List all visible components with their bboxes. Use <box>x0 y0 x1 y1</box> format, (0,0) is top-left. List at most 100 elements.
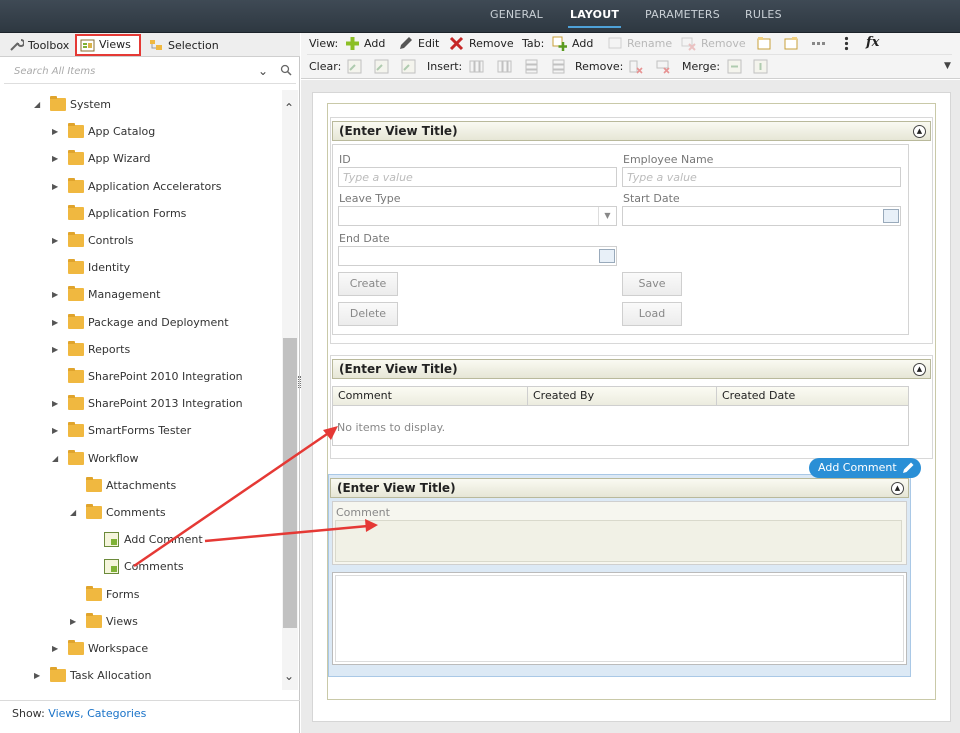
panel-splitter[interactable] <box>298 376 301 388</box>
delete-button[interactable]: Delete <box>338 302 398 326</box>
clear-label: Clear: <box>309 60 342 73</box>
insert-row-above-icon[interactable] <box>524 59 539 74</box>
tab-left-icon[interactable] <box>757 36 772 51</box>
chevron-down-icon[interactable]: ⌄ <box>258 64 268 78</box>
save-button[interactable]: Save <box>622 272 682 296</box>
id-input[interactable]: Type a value <box>338 167 617 187</box>
tab-remove-icon[interactable] <box>681 36 696 51</box>
tab-right-icon[interactable] <box>784 36 799 51</box>
folder-icon <box>86 504 102 519</box>
create-button[interactable]: Create <box>338 272 398 296</box>
merge-label: Merge: <box>682 60 721 73</box>
tab-rename-button[interactable]: Rename <box>627 35 672 53</box>
start-date-picker[interactable] <box>622 206 901 226</box>
expand-arrow-icon[interactable]: ▶ <box>34 667 44 685</box>
comment-textarea[interactable] <box>335 520 902 562</box>
tab-rules[interactable]: RULES <box>745 8 782 28</box>
view-title[interactable]: (Enter View Title) <box>337 481 456 495</box>
fx-button[interactable]: fx <box>866 34 879 52</box>
scroll-up-icon[interactable]: ⌃ <box>284 101 294 115</box>
expand-arrow-icon[interactable]: ▶ <box>52 232 62 250</box>
view-add-comment[interactable]: (Enter View Title) ▲ Comment <box>328 474 911 677</box>
search-box[interactable]: Search All Items ⌄ <box>4 60 296 84</box>
scroll-down-icon[interactable]: ⌄ <box>284 669 294 683</box>
expand-arrow-icon[interactable]: ▶ <box>52 123 62 141</box>
tab-general[interactable]: GENERAL <box>490 8 543 28</box>
tab-selection[interactable]: Selection <box>146 36 219 56</box>
view-title-bar[interactable]: (Enter View Title) ▲ <box>332 121 931 141</box>
expand-arrow-icon[interactable]: ▶ <box>52 178 62 196</box>
collapse-icon[interactable]: ▲ <box>891 482 904 495</box>
collapse-icon[interactable]: ▲ <box>913 363 926 376</box>
tab-rename-icon[interactable] <box>608 36 623 51</box>
view-edit-button[interactable]: Edit <box>418 35 439 53</box>
more-icon[interactable] <box>811 36 826 51</box>
tab-toolbox-label: Toolbox <box>28 39 70 52</box>
column-header-comment[interactable]: Comment <box>332 386 528 406</box>
merge-right-icon[interactable] <box>727 59 742 74</box>
tab-views[interactable]: Views <box>75 34 141 56</box>
load-button[interactable]: Load <box>622 302 682 326</box>
view-title[interactable]: (Enter View Title) <box>339 362 458 376</box>
tab-layout[interactable]: LAYOUT <box>567 8 622 28</box>
tab-add-button[interactable]: Add <box>572 35 593 53</box>
folder-icon <box>50 667 66 682</box>
clear-all-icon[interactable] <box>401 59 416 74</box>
view-remove-button[interactable]: Remove <box>469 35 514 53</box>
remove-label: Remove: <box>575 60 624 73</box>
add-comment-badge[interactable]: Add Comment <box>809 458 921 478</box>
insert-row-below-icon[interactable] <box>551 59 566 74</box>
view-title[interactable]: (Enter View Title) <box>339 124 458 138</box>
search-icon[interactable] <box>280 64 292 76</box>
view-title-bar[interactable]: (Enter View Title) ▲ <box>332 359 931 379</box>
collapse-arrow-icon[interactable]: ◢ <box>70 504 80 522</box>
leave-type-select[interactable]: ▼ <box>338 206 617 226</box>
expand-arrow-icon[interactable]: ▶ <box>52 286 62 304</box>
view-title-bar[interactable]: (Enter View Title) ▲ <box>330 478 909 498</box>
view-content-area[interactable] <box>332 572 907 665</box>
collapse-icon[interactable]: ▲ <box>913 125 926 138</box>
tab-remove-button[interactable]: Remove <box>701 35 746 53</box>
calendar-icon[interactable] <box>599 249 615 263</box>
remove-row-icon[interactable] <box>655 59 670 74</box>
tab-parameters[interactable]: PARAMETERS <box>645 8 720 28</box>
employee-name-input[interactable]: Type a value <box>622 167 901 187</box>
expand-arrow-icon[interactable]: ▶ <box>52 341 62 359</box>
toolbar-expand-icon[interactable]: ▼ <box>944 57 951 75</box>
clear-row-icon[interactable] <box>374 59 389 74</box>
view-leave-request[interactable]: (Enter View Title) ▲ ID Type a value Emp… <box>330 117 933 344</box>
end-date-picker[interactable] <box>338 246 617 266</box>
calendar-icon[interactable] <box>883 209 899 223</box>
end-date-label: End Date <box>339 232 390 245</box>
add-icon[interactable] <box>345 36 360 51</box>
merge-down-icon[interactable] <box>753 59 768 74</box>
insert-column-left-icon[interactable] <box>469 59 484 74</box>
column-header-created-by[interactable]: Created By <box>527 386 717 406</box>
expand-arrow-icon[interactable]: ▶ <box>52 314 62 332</box>
tab-add-icon[interactable] <box>552 36 567 51</box>
clear-cell-icon[interactable] <box>347 59 362 74</box>
view-comments-list[interactable]: (Enter View Title) ▲ Comment Created By … <box>330 355 933 459</box>
insert-column-right-icon[interactable] <box>497 59 512 74</box>
collapse-arrow-icon[interactable]: ◢ <box>52 450 62 468</box>
show-filter-link[interactable]: Views, Categories <box>48 707 146 720</box>
remove-column-icon[interactable] <box>628 59 643 74</box>
search-input[interactable]: Search All Items <box>14 66 95 77</box>
tree-scrollbar-thumb[interactable] <box>283 338 297 628</box>
tab-toolbox[interactable]: Toolbox <box>6 36 69 56</box>
pencil-icon[interactable] <box>398 36 413 51</box>
employee-name-placeholder: Type a value <box>627 171 697 184</box>
expand-arrow-icon[interactable]: ▶ <box>70 613 80 631</box>
folder-icon <box>68 341 84 356</box>
expand-arrow-icon[interactable]: ▶ <box>52 640 62 658</box>
vertical-ellipsis-icon[interactable] <box>839 36 854 51</box>
pencil-icon[interactable] <box>901 461 915 475</box>
dropdown-arrow-icon[interactable]: ▼ <box>598 207 616 225</box>
expand-arrow-icon[interactable]: ▶ <box>52 150 62 168</box>
expand-arrow-icon[interactable]: ▶ <box>52 395 62 413</box>
expand-arrow-icon[interactable]: ▶ <box>52 422 62 440</box>
remove-x-icon[interactable] <box>449 36 464 51</box>
collapse-arrow-icon[interactable]: ◢ <box>34 96 44 114</box>
column-header-created-date[interactable]: Created Date <box>716 386 909 406</box>
view-add-button[interactable]: Add <box>364 35 385 53</box>
